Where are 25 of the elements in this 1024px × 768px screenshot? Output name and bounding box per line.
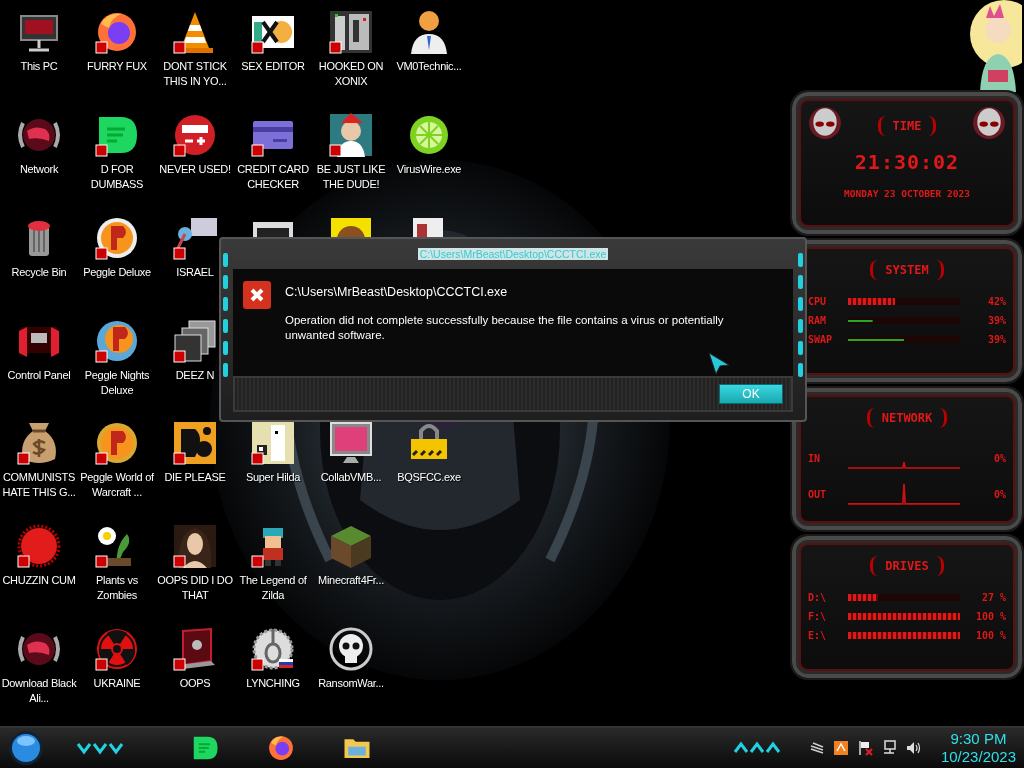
gadget-clock: 21:30:02 (854, 150, 960, 174)
meter-reading: 27 % (980, 592, 1006, 603)
error-message: Operation did not complete successfully because the file contains a virus or potentially unwanted software. (285, 313, 725, 343)
meter-reading: 0% (992, 452, 1006, 464)
gadget-title: SYSTEM (870, 260, 944, 280)
gadget-title: NETWORK (866, 408, 948, 428)
gadget-date: MONDAY 23 OCTOBER 2023 (844, 188, 970, 199)
meter-label: SWAP (808, 334, 834, 345)
meter-reading: 39% (986, 334, 1006, 345)
drive-label: D:\ (808, 592, 828, 603)
meter-reading: 39% (986, 315, 1006, 326)
meter-label: RAM (808, 315, 828, 326)
gadget-title: DRIVES (870, 556, 944, 576)
meter-reading: 100 % (974, 611, 1006, 622)
window-title: C:\Users\MrBeast\Desktop\CCCTCI.exe (417, 248, 609, 260)
meter-reading: 100 % (974, 630, 1006, 641)
drive-label: F:\ (808, 611, 828, 622)
meter-label: CPU (808, 296, 828, 307)
gadget-title: TIME (877, 116, 937, 136)
meter-label: IN (808, 452, 822, 464)
drive-label: E:\ (808, 630, 828, 641)
meter-reading: 0% (992, 488, 1006, 500)
file-path: C:\Users\MrBeast\Desktop\CCCTCI.exe (285, 285, 509, 299)
meter-label: OUT (808, 488, 828, 500)
meter-reading: 42% (986, 296, 1006, 307)
